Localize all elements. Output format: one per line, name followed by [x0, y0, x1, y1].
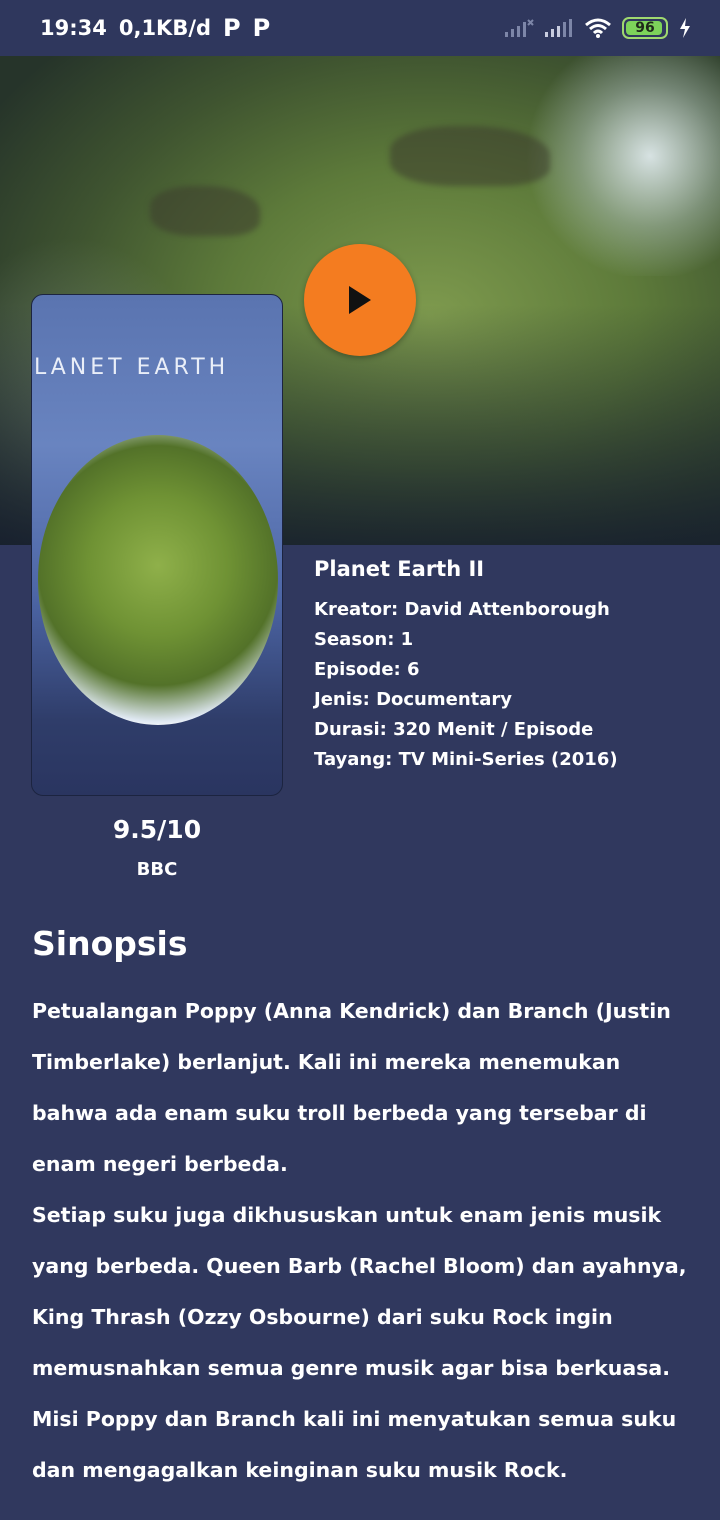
synopsis-paragraph: Petualangan Poppy (Anna Kendrick) dan Br…: [32, 999, 671, 1176]
signal-icon-no-service: [505, 19, 534, 37]
wifi-icon: [585, 18, 611, 38]
details-panel: Planet Earth II Kreator: David Attenboro…: [314, 557, 704, 775]
duration: Durasi: 320 Menit / Episode: [314, 719, 594, 740]
status-time: 19:34: [40, 16, 107, 40]
status-network-speed: 0,1KB/d: [118, 16, 212, 40]
synopsis-paragraph: Setiap suku juga dikhususkan untuk enam …: [32, 1203, 687, 1482]
episode: Episode: 6: [314, 659, 420, 680]
poster-globe: [38, 435, 278, 725]
app-notification-icon-2: P: [252, 14, 271, 42]
network: BBC: [136, 859, 178, 880]
play-icon: [349, 286, 371, 314]
synopsis-text: Petualangan Poppy (Anna Kendrick) dan Br…: [32, 986, 692, 1496]
battery-icon: 96: [622, 17, 668, 39]
aired: Tayang: TV Mini-Series (2016): [314, 749, 618, 770]
rating: 9.5/10: [112, 815, 202, 844]
synopsis-heading: Sinopsis: [32, 924, 188, 963]
poster-title: LANET EARTH: [34, 355, 230, 380]
poster-image: LANET EARTH: [31, 294, 283, 796]
play-button[interactable]: [304, 244, 416, 356]
status-bar: 19:34 0,1KB/d P P 96: [0, 0, 720, 56]
season: Season: 1: [314, 629, 414, 650]
screen: 19:34 0,1KB/d P P 96 LANET EARTH Planet …: [0, 0, 720, 1520]
charging-icon: [680, 18, 690, 38]
signal-icon: [545, 19, 572, 37]
creator: Kreator: David Attenborough: [314, 599, 610, 620]
battery-level: 96: [635, 20, 655, 36]
genre: Jenis: Documentary: [314, 689, 512, 710]
app-notification-icon: P: [223, 14, 241, 42]
movie-title: Planet Earth II: [314, 557, 485, 581]
